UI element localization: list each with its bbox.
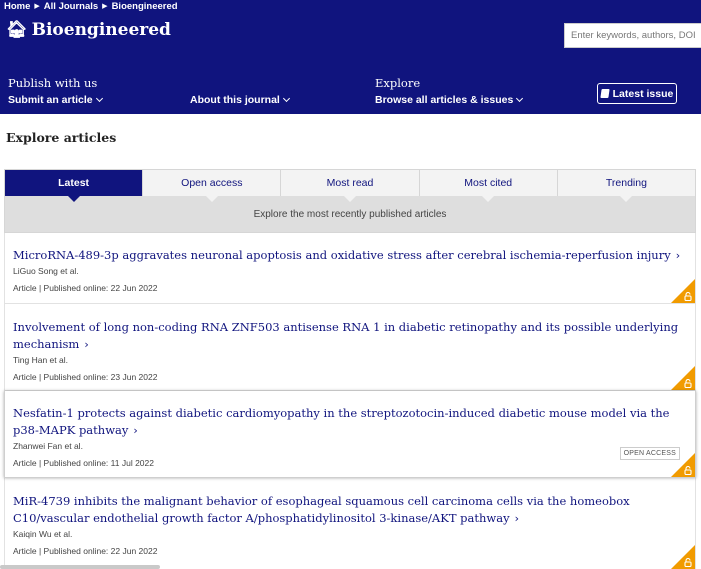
- article-item: Involvement of long non-coding RNA ZNF50…: [4, 304, 696, 391]
- article-list: MicroRNA-489-3p aggravates neuronal apop…: [4, 233, 696, 569]
- breadcrumb-separator-icon: ▶: [34, 3, 40, 10]
- breadcrumb-home[interactable]: Home: [4, 1, 30, 12]
- tab-most-cited[interactable]: Most cited: [420, 170, 558, 202]
- tab-most-read[interactable]: Most read: [281, 170, 420, 202]
- article-meta: Article | Published online: 23 Jun 2022: [13, 372, 158, 382]
- submit-article-menu[interactable]: Submit an article: [8, 93, 103, 107]
- article-tabs-panel: Latest Open access Most read Most cited …: [4, 169, 696, 233]
- submit-article-label: Submit an article: [8, 94, 93, 106]
- open-lock-icon: [684, 558, 692, 567]
- article-title-text: MicroRNA-489-3p aggravates neuronal apop…: [13, 248, 671, 262]
- article-title-text: Involvement of long non-coding RNA ZNF50…: [13, 320, 679, 351]
- open-lock-icon: [684, 466, 692, 475]
- article-meta: Article | Published online: 22 Jun 2022: [13, 546, 158, 556]
- article-title-link[interactable]: MicroRNA-489-3p aggravates neuronal apop…: [13, 247, 687, 264]
- explore-articles-heading: Explore articles: [6, 130, 117, 145]
- article-authors: Zhanwei Fan et al.: [13, 441, 83, 451]
- journal-title-text: Bioengineered: [31, 20, 171, 40]
- breadcrumb-all-journals[interactable]: All Journals: [44, 1, 98, 12]
- latest-issue-button[interactable]: Latest issue: [597, 83, 677, 104]
- journal-title[interactable]: 🏠︎ Bioengineered: [6, 20, 171, 40]
- article-authors: Kaiqin Wu et al.: [13, 529, 73, 539]
- article-meta: Article | Published online: 22 Jun 2022: [13, 283, 158, 293]
- article-title-link[interactable]: MiR-4739 inhibits the malignant behavior…: [13, 493, 687, 527]
- tab-trending[interactable]: Trending: [558, 170, 695, 202]
- browse-articles-menu[interactable]: Browse all articles & issues: [375, 93, 524, 107]
- nav-publish-heading: Publish with us: [8, 76, 98, 90]
- article-title-link[interactable]: Involvement of long non-coding RNA ZNF50…: [13, 319, 687, 353]
- chevron-right-icon: ›: [84, 338, 89, 351]
- nav-explore: Explore Browse all articles & issues: [375, 76, 524, 108]
- nav-publish: Publish with us Submit an article: [8, 76, 103, 108]
- article-title-text: MiR-4739 inhibits the malignant behavior…: [13, 494, 630, 525]
- open-lock-icon: [684, 292, 692, 301]
- home-icon: 🏠︎: [6, 20, 28, 40]
- article-item: Nesfatin-1 protects against diabetic car…: [4, 391, 696, 478]
- tab-bar: Latest Open access Most read Most cited …: [5, 170, 695, 202]
- article-item: MicroRNA-489-3p aggravates neuronal apop…: [4, 233, 696, 304]
- article-authors: LiGuo Song et al.: [13, 266, 79, 276]
- book-icon: [600, 89, 610, 98]
- nav-about: About this journal: [190, 90, 290, 108]
- chevron-right-icon: ›: [675, 249, 681, 262]
- chevron-down-icon: [282, 94, 290, 103]
- chevron-down-icon: [516, 94, 524, 103]
- open-lock-icon: [684, 379, 692, 388]
- chevron-right-icon: ›: [514, 512, 519, 525]
- horizontal-scrollbar[interactable]: [0, 565, 160, 569]
- article-authors: Ting Han et al.: [13, 355, 68, 365]
- latest-issue-label: Latest issue: [612, 87, 674, 100]
- tab-open-access[interactable]: Open access: [143, 170, 282, 202]
- chevron-right-icon: ›: [133, 424, 138, 437]
- search-input[interactable]: [565, 24, 701, 47]
- browse-articles-label: Browse all articles & issues: [375, 94, 514, 106]
- about-journal-menu[interactable]: About this journal: [190, 93, 290, 107]
- search-box: [564, 23, 701, 48]
- breadcrumb-current[interactable]: Bioengineered: [112, 1, 178, 12]
- site-header: Home ▶ All Journals ▶ Bioengineered 🏠︎ Bioen…: [0, 0, 701, 114]
- article-title-link[interactable]: Nesfatin-1 protects against diabetic car…: [13, 405, 687, 439]
- breadcrumb: Home ▶ All Journals ▶ Bioengineered: [4, 1, 178, 12]
- breadcrumb-separator-icon: ▶: [102, 3, 108, 10]
- article-meta: Article | Published online: 11 Jul 2022: [13, 458, 154, 468]
- about-journal-label: About this journal: [190, 94, 280, 106]
- article-title-text: Nesfatin-1 protects against diabetic car…: [13, 406, 670, 437]
- tab-latest[interactable]: Latest: [5, 170, 144, 202]
- article-item: MiR-4739 inhibits the malignant behavior…: [4, 478, 696, 569]
- nav-explore-heading: Explore: [375, 76, 421, 90]
- chevron-down-icon: [95, 94, 103, 103]
